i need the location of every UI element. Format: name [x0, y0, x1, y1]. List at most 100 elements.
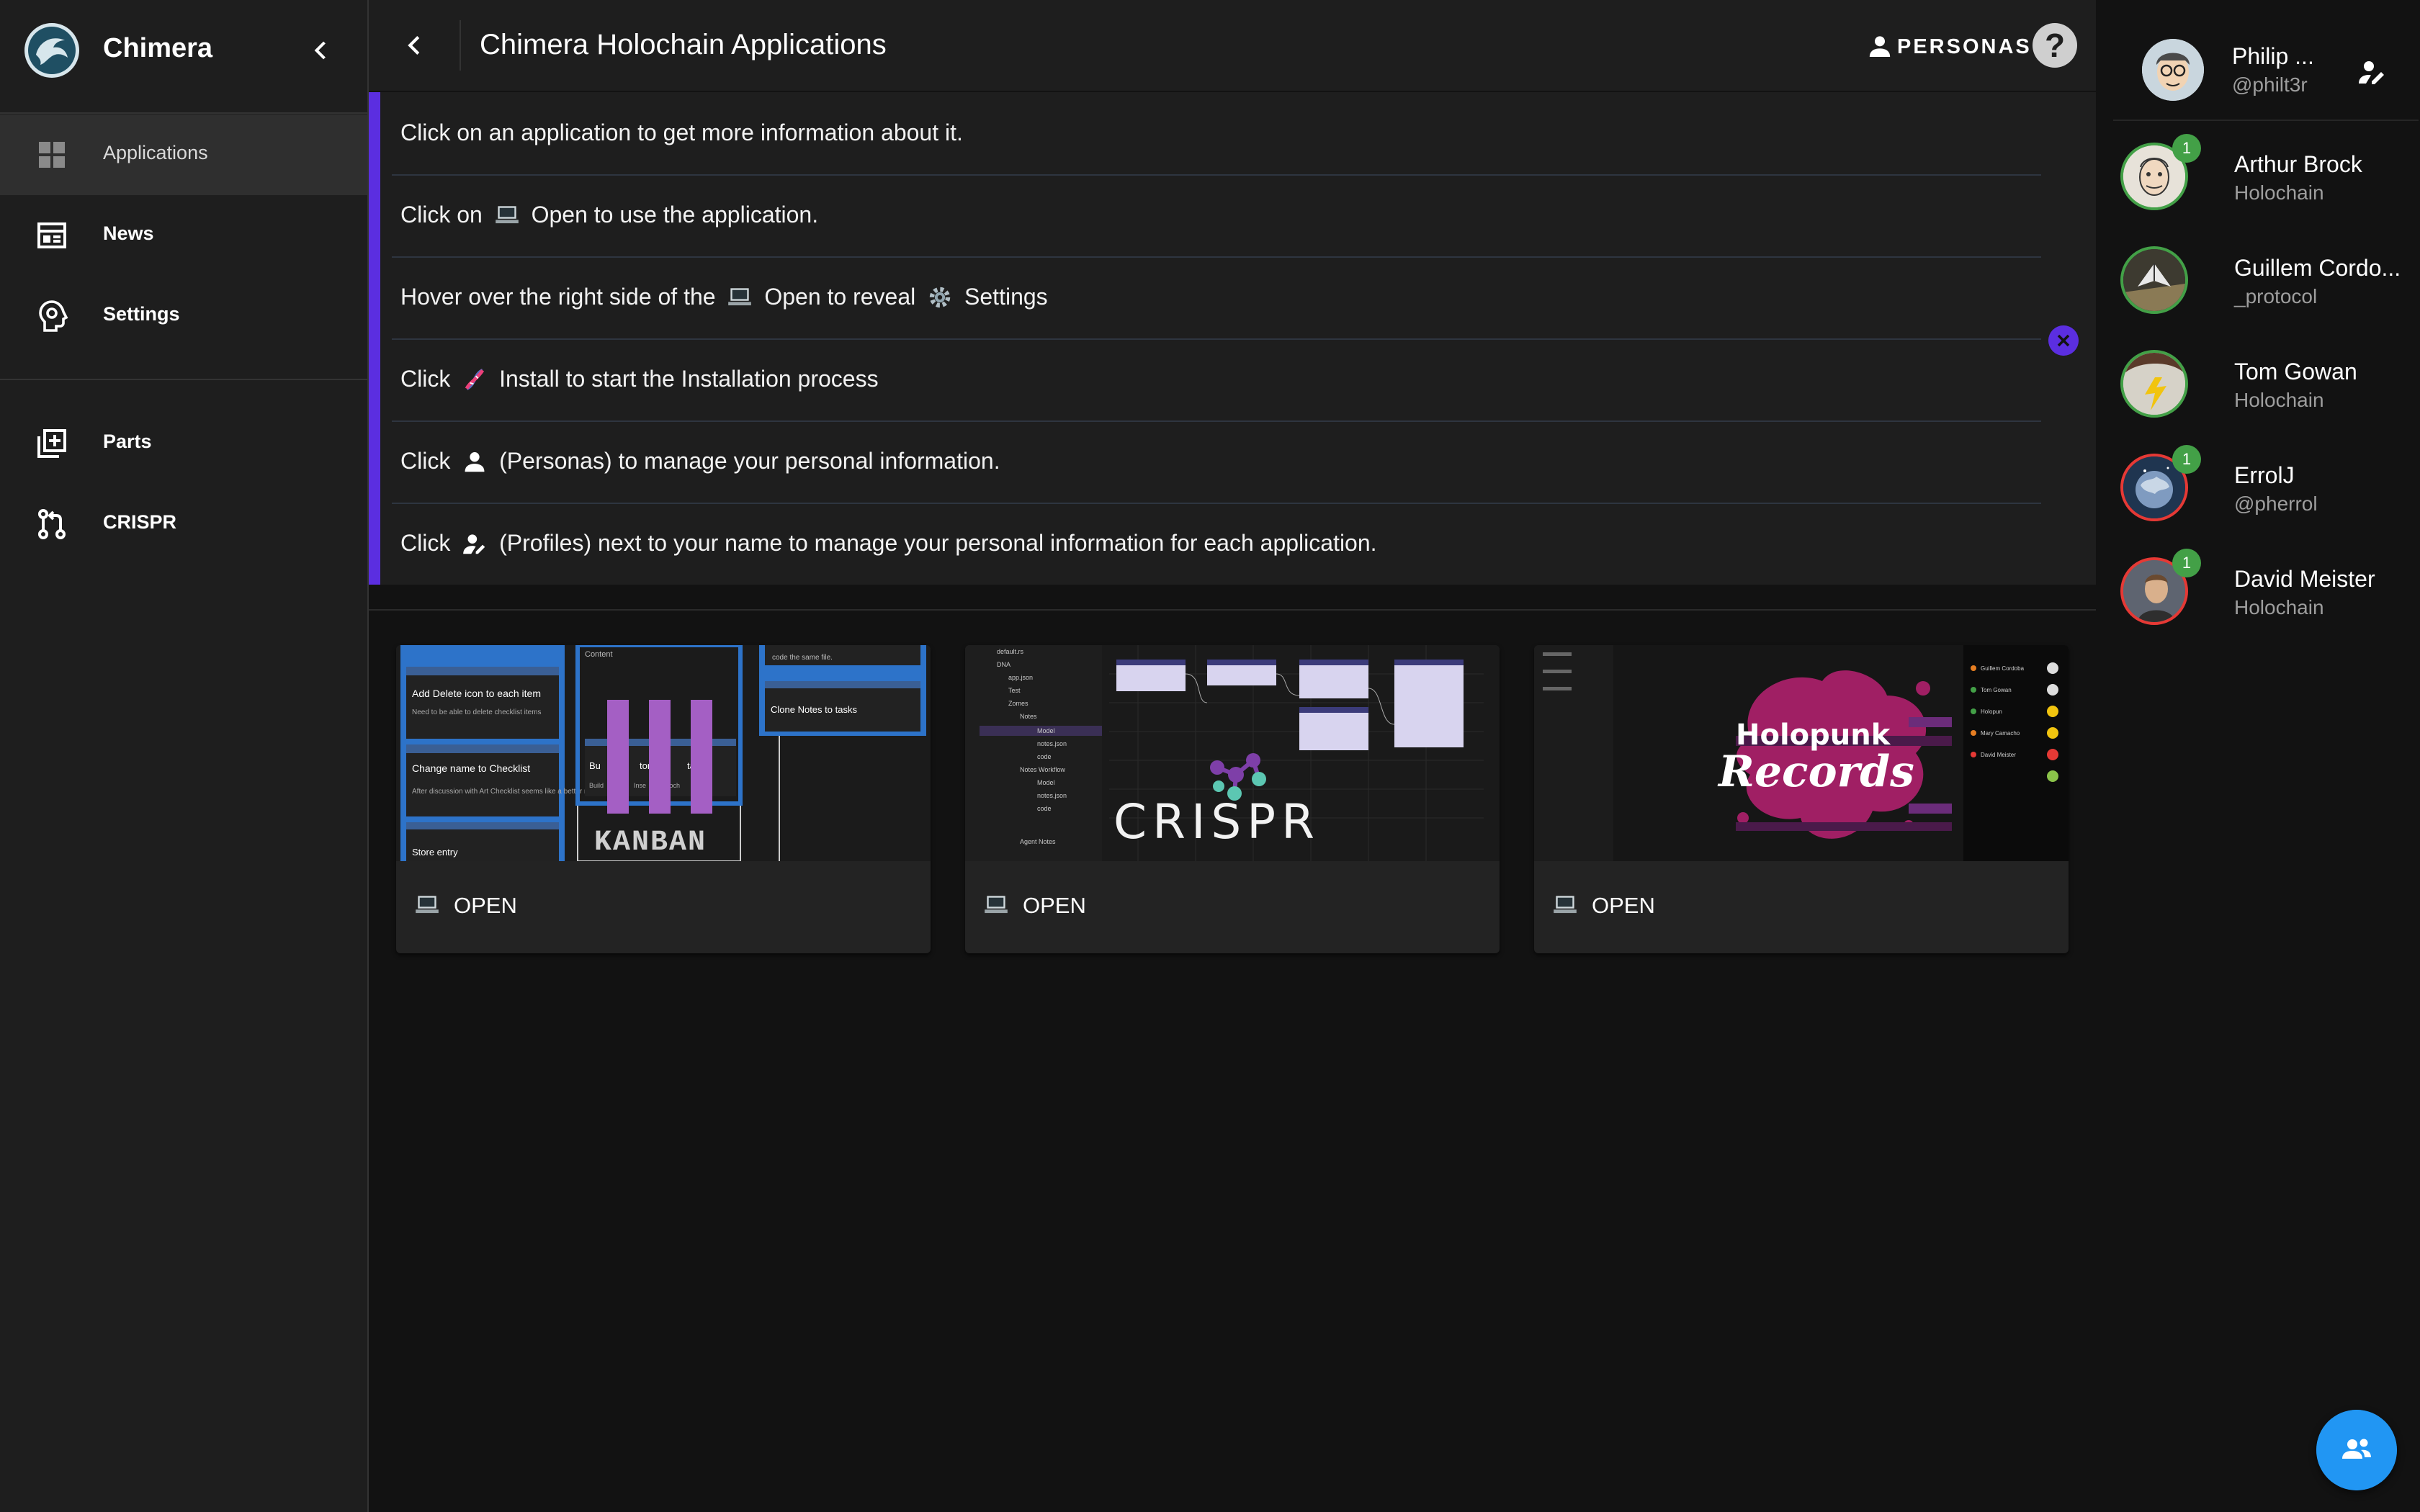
kanban-preview-image: Add Delete icon to each item Need to be …: [396, 645, 931, 861]
sidebar-item-crispr[interactable]: CRISPR: [0, 484, 367, 564]
dna-icon: [465, 368, 485, 390]
user-list-item[interactable]: Guillem Cordo... _protocol: [2097, 230, 2420, 331]
user-list-item[interactable]: Tom Gowan Holochain: [2097, 334, 2420, 435]
holopunk-logo-line2: Records: [1717, 747, 1914, 797]
tip-row: Click Install to start the Installation …: [392, 338, 2041, 422]
tree-item: DNA: [997, 661, 1010, 668]
laptop-icon: [495, 205, 519, 223]
divider: [460, 20, 461, 71]
divider: [0, 379, 367, 380]
person-edit-icon[interactable]: [2354, 55, 2389, 89]
tips-panel: Click on an application to get more info…: [369, 92, 2096, 585]
divider: [2113, 120, 2419, 121]
tree-item: app.json: [1008, 674, 1033, 681]
holopunk-preview-image: Holopunk Records Guillem Cordoba Tom Gow…: [1534, 645, 2069, 861]
personas-label: PERSONAS: [1897, 35, 2032, 58]
preview-card-text: Build: [589, 782, 604, 789]
preview-user: Holopun: [1981, 708, 2002, 715]
tip-text: Click: [400, 366, 451, 392]
crispr-logo-text: CRISPR: [1113, 794, 1320, 850]
preview-user: Mary Camacho: [1981, 730, 2020, 737]
user-subtitle: @pherrol: [2234, 492, 2318, 515]
tip-row: Click on an application to get more info…: [392, 92, 2041, 176]
app-card-kanban[interactable]: Add Delete icon to each item Need to be …: [396, 645, 931, 953]
left-sidebar: Chimera Applications News Settings Parts…: [0, 0, 369, 1512]
avatar: [2120, 350, 2188, 418]
app-card-holopunk[interactable]: Holopunk Records Guillem Cordoba Tom Gow…: [1534, 645, 2069, 953]
notification-badge: 1: [2172, 134, 2201, 163]
app-preview-holopunk: Holopunk Records Guillem Cordoba Tom Gow…: [1534, 645, 2069, 861]
merge-icon: [38, 509, 66, 539]
tip-row: Click (Personas) to manage your personal…: [392, 420, 2041, 504]
sidebar-item-news[interactable]: News: [0, 195, 367, 276]
sidebar-item-applications[interactable]: Applications: [0, 114, 367, 195]
user-name: Guillem Cordo...: [2234, 255, 2401, 281]
tree-item: Zomes: [1008, 700, 1028, 707]
current-user-handle: @philt3r: [2232, 73, 2308, 96]
tree-item: Test: [1008, 687, 1021, 694]
tree-item: code: [1037, 805, 1052, 812]
preview-user: Tom Gowan: [1981, 687, 2012, 693]
current-user[interactable]: Philip ... @philt3r: [2113, 29, 2419, 118]
app-preview-crispr: default.rs DNA app.json Test Zomes Notes…: [965, 645, 1500, 861]
back-arrow-icon[interactable]: [398, 29, 431, 62]
open-label: OPEN: [1592, 893, 1655, 918]
avatar-image: [2123, 249, 2185, 311]
open-label: OPEN: [454, 893, 517, 918]
sidebar-item-settings[interactable]: Settings: [0, 276, 367, 356]
app-card-crispr[interactable]: default.rs DNA app.json Test Zomes Notes…: [965, 645, 1500, 953]
laptop-icon: [1554, 896, 1577, 914]
tree-item: Model: [1037, 779, 1055, 786]
close-tips-icon[interactable]: [2048, 325, 2079, 356]
tree-item: Notes: [1020, 713, 1037, 720]
user-list-item[interactable]: 1 David Meister Holochain: [2097, 541, 2420, 642]
preview-user: Guillem Cordoba: [1981, 665, 2025, 672]
gear-icon: [929, 287, 951, 307]
tree-item: default.rs: [997, 648, 1024, 655]
tip-text: Click: [400, 530, 451, 557]
open-label: OPEN: [1023, 893, 1086, 918]
sidebar-item-label: Applications: [103, 142, 208, 163]
divider: [369, 609, 2096, 611]
tip-row: Hover over the right side of the Open to…: [392, 256, 2041, 340]
avatar-image: [2123, 353, 2185, 415]
tip-text: Click: [400, 448, 451, 474]
sidebar-item-label: CRISPR: [103, 511, 177, 533]
library-add-icon: [37, 429, 66, 458]
preview-card-title: Change name to Checklist: [412, 762, 530, 774]
accent-bar: [369, 92, 380, 585]
person-icon: [465, 451, 485, 472]
preview-card-title: Add Delete icon to each item: [412, 688, 541, 699]
tip-text: Install to start the Installation proces…: [499, 366, 879, 392]
group-fab-button[interactable]: [2316, 1410, 2397, 1490]
user-subtitle: Holochain: [2234, 596, 2324, 618]
avatar: [2120, 246, 2188, 314]
app-name: Chimera: [103, 33, 213, 63]
laptop-icon: [728, 287, 752, 305]
preview-user: David Meister: [1981, 752, 2016, 758]
tree-item: code: [1037, 753, 1052, 760]
sidebar-item-parts[interactable]: Parts: [0, 403, 367, 484]
chimera-logo-icon: [24, 23, 79, 78]
news-icon: [37, 222, 66, 248]
tip-row: Click on Open to use the application.: [392, 174, 2041, 258]
avatar-image: [2142, 39, 2204, 101]
grid-icon: [39, 142, 65, 168]
preview-card-title: Store entry: [412, 847, 458, 858]
tip-text: Hover over the right side of the: [400, 284, 716, 310]
tip-text: (Personas) to manage your personal infor…: [499, 448, 1000, 474]
sidebar-item-label: News: [103, 222, 154, 244]
chevron-left-icon[interactable]: [305, 35, 336, 66]
page-title: Chimera Holochain Applications: [480, 29, 887, 60]
preview-card-text: Need to be able to delete checklist item…: [412, 708, 542, 716]
sidebar-item-label: Parts: [103, 431, 152, 452]
person-icon: [1869, 36, 1891, 57]
tip-text: Open to reveal: [764, 284, 916, 310]
top-app-bar: Chimera Holochain Applications PERSONAS …: [369, 0, 2096, 91]
user-list-item[interactable]: 1 ErrolJ @pherrol: [2097, 438, 2420, 539]
user-list-item[interactable]: 1 Arthur Brock Holochain: [2097, 127, 2420, 228]
help-button[interactable]: ?: [2033, 23, 2077, 68]
tip-row: Click (Profiles) next to your name to ma…: [392, 503, 2041, 585]
tip-text: Click on: [400, 202, 483, 228]
tree-item: Model: [1037, 727, 1055, 734]
